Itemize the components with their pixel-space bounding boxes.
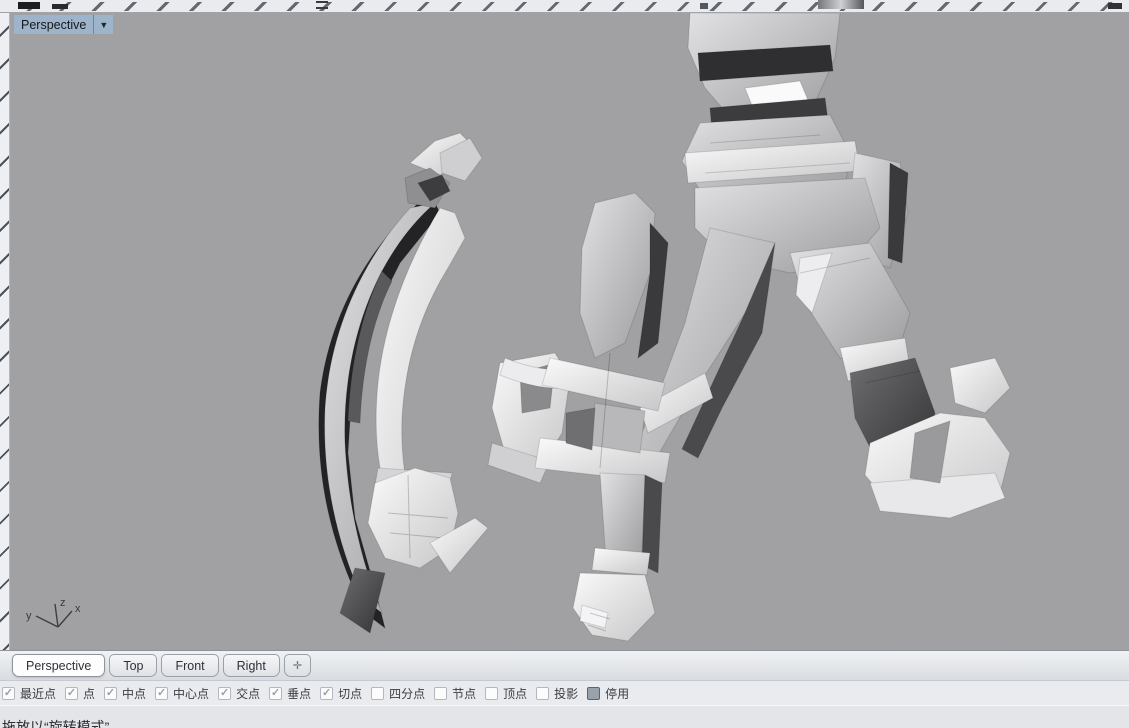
viewport-tab-bar: Perspective Top Front Right ✛ [0, 650, 1129, 680]
chevron-down-icon[interactable]: ▼ [93, 15, 113, 34]
checkbox-filled-icon[interactable] [587, 687, 600, 700]
axis-gizmo: z x y [20, 594, 90, 642]
checkbox-checked-icon[interactable]: ✓ [2, 687, 15, 700]
plus-icon: ✛ [293, 659, 302, 672]
svg-text:y: y [26, 610, 32, 622]
osnap-checkbox-intersection[interactable]: ✓ 交点 [218, 685, 260, 702]
checkbox-unchecked-icon[interactable] [485, 687, 498, 700]
toolbar-icon-fragment [818, 0, 864, 9]
osnap-checkbox-midpoint[interactable]: ✓ 中点 [104, 685, 146, 702]
toolbar-icon-fragment [18, 2, 40, 9]
model-braids[interactable] [319, 133, 488, 633]
viewport-title[interactable]: Perspective [14, 18, 93, 32]
osnap-checkbox-project[interactable]: 投影 [536, 685, 578, 702]
checkbox-checked-icon[interactable]: ✓ [320, 687, 333, 700]
checkbox-checked-icon[interactable]: ✓ [65, 687, 78, 700]
viewport-title-dropdown[interactable]: Perspective ▼ [14, 15, 113, 34]
model-arm[interactable] [488, 193, 670, 641]
status-bar: 拖放以“旋转模式” [0, 705, 1129, 728]
tab-perspective[interactable]: Perspective [12, 654, 105, 677]
checkbox-checked-icon[interactable]: ✓ [269, 687, 282, 700]
toolbar-icon-fragment [1108, 3, 1122, 9]
toolbar-icon-fragment [52, 4, 68, 9]
svg-text:z: z [60, 597, 66, 609]
add-viewport-tab[interactable]: ✛ [284, 654, 311, 677]
osnap-checkbox-knot[interactable]: 节点 [434, 685, 476, 702]
tab-top[interactable]: Top [109, 654, 157, 677]
osnap-disable-toggle[interactable]: 停用 [587, 685, 629, 702]
osnap-checkbox-center[interactable]: ✓ 中心点 [155, 685, 209, 702]
model-lower-body[interactable] [625, 13, 1010, 518]
osnap-checkbox-quadrant[interactable]: 四分点 [371, 685, 425, 702]
osnap-checkbox-point[interactable]: ✓ 点 [65, 685, 95, 702]
checkbox-checked-icon[interactable]: ✓ [218, 687, 231, 700]
osnap-checkbox-perpendicular[interactable]: ✓ 垂点 [269, 685, 311, 702]
tab-front[interactable]: Front [161, 654, 218, 677]
top-toolbar [0, 0, 1129, 13]
checkbox-checked-icon[interactable]: ✓ [155, 687, 168, 700]
osnap-checkbox-tangent[interactable]: ✓ 切点 [320, 685, 362, 702]
checkbox-unchecked-icon[interactable] [371, 687, 384, 700]
checkbox-checked-icon[interactable]: ✓ [104, 687, 117, 700]
perspective-viewport[interactable]: Perspective ▼ [10, 13, 1129, 650]
toolbar-icon-fragment [316, 1, 328, 9]
osnap-checkbox-vertex[interactable]: 顶点 [485, 685, 527, 702]
checkbox-unchecked-icon[interactable] [434, 687, 447, 700]
model-canvas[interactable] [10, 13, 1129, 650]
left-toolbar-strip [0, 13, 10, 650]
status-hint-text: 拖放以“旋转模式” [2, 717, 109, 728]
osnap-checkbox-nearest[interactable]: ✓ 最近点 [2, 685, 56, 702]
tab-right[interactable]: Right [223, 654, 280, 677]
toolbar-icon-fragment [700, 3, 708, 9]
toolbar-dropdown-triangles [14, 2, 1129, 11]
osnap-bar: ✓ 最近点 ✓ 点 ✓ 中点 ✓ 中心点 ✓ 交点 ✓ 垂点 ✓ 切点 四分点 … [0, 680, 1129, 705]
svg-text:x: x [75, 603, 81, 615]
checkbox-unchecked-icon[interactable] [536, 687, 549, 700]
